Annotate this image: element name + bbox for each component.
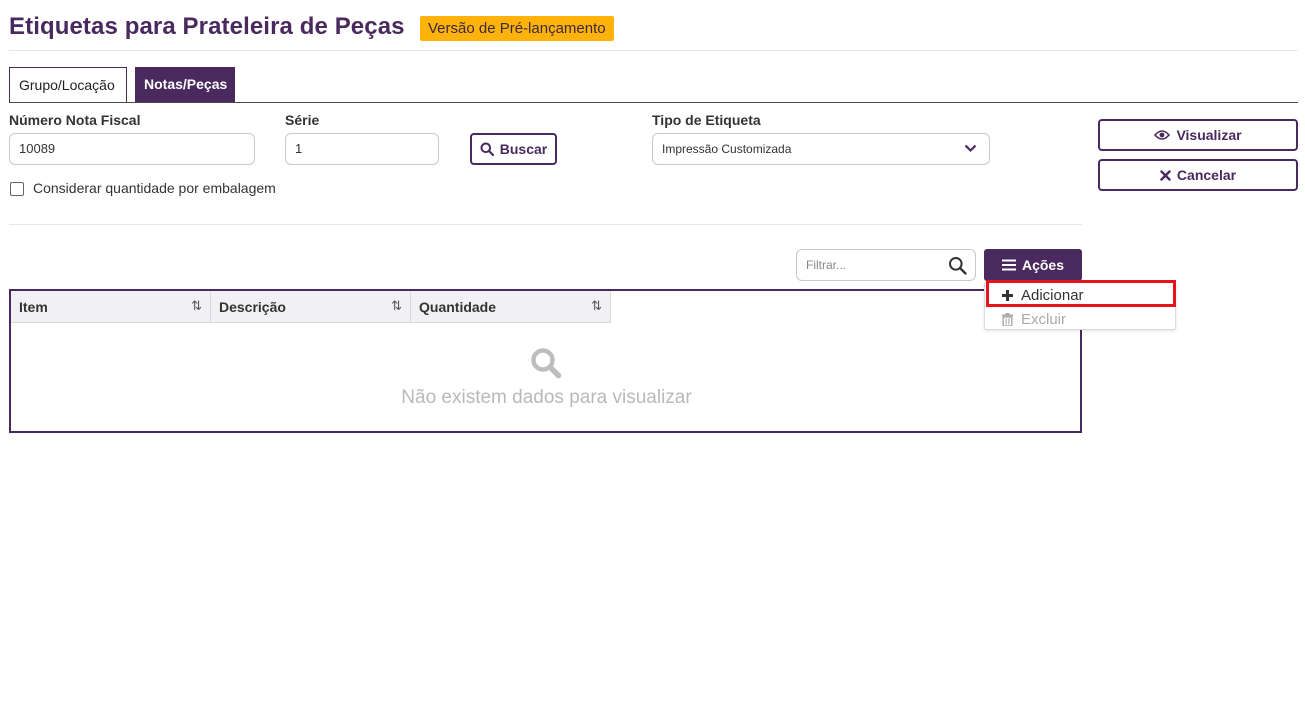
buscar-label: Buscar [499,141,548,157]
filter-placeholder: Filtrar... [806,258,847,272]
column-header-item[interactable]: Item ⇅ [11,291,211,323]
section-divider [9,224,1082,225]
tab-notas-pecas[interactable]: Notas/Peças [135,67,235,102]
search-icon [531,348,562,379]
visualizar-label: Visualizar [1176,127,1242,143]
tipo-etiqueta-value: Impressão Customizada [662,142,792,156]
title-divider [9,50,1298,51]
page-title: Etiquetas para Prateleira de Peças [9,13,405,40]
menu-item-label: Excluir [1021,310,1067,328]
serie-input[interactable]: 1 [285,133,439,165]
nota-fiscal-label: Número Nota Fiscal [9,112,141,128]
tabs-baseline [9,102,1298,103]
visualizar-button[interactable]: Visualizar [1098,119,1298,151]
sort-icon[interactable]: ⇅ [591,298,602,314]
search-icon[interactable] [948,256,967,275]
trash-icon [1002,312,1013,326]
column-label: Item [19,299,48,315]
buscar-button[interactable]: Buscar [470,133,557,165]
considerar-checkbox[interactable] [10,182,24,196]
cancelar-label: Cancelar [1176,167,1237,183]
actions-dropdown-menu: Adicionar Excluir [984,282,1176,330]
tipo-etiqueta-label: Tipo de Etiqueta [652,112,761,128]
considerar-label: Considerar quantidade por embalagem [33,180,276,196]
menu-icon [1001,259,1016,271]
tipo-etiqueta-select[interactable]: Impressão Customizada [652,133,990,165]
menu-item-excluir[interactable]: Excluir [985,307,1175,331]
menu-item-adicionar[interactable]: Adicionar [985,283,1175,307]
acoes-button[interactable]: Ações [984,249,1082,281]
empty-state-text: Não existem dados para visualizar [401,387,692,408]
filter-input[interactable]: Filtrar... [796,249,976,281]
column-header-quantidade[interactable]: Quantidade ⇅ [411,291,611,323]
prerelease-badge: Versão de Pré-lançamento [420,16,614,41]
column-label: Descrição [219,299,286,315]
nota-fiscal-input[interactable]: 10089 [9,133,255,165]
tab-grupo-locacao[interactable]: Grupo/Locação [9,67,127,102]
data-grid: Item ⇅ Descrição ⇅ Quantidade ⇅ Não exis… [9,289,1082,433]
eye-icon [1154,130,1171,140]
serie-label: Série [285,112,320,128]
plus-icon [1002,289,1013,301]
menu-item-label: Adicionar [1021,286,1084,304]
cancelar-button[interactable]: Cancelar [1098,159,1298,191]
acoes-label: Ações [1021,257,1065,273]
sort-icon[interactable]: ⇅ [391,298,402,314]
search-icon [480,142,494,156]
column-header-descricao[interactable]: Descrição ⇅ [211,291,411,323]
sort-icon[interactable]: ⇅ [191,298,202,314]
chevron-down-icon [964,144,977,153]
column-label: Quantidade [419,299,497,315]
close-icon [1160,169,1171,181]
